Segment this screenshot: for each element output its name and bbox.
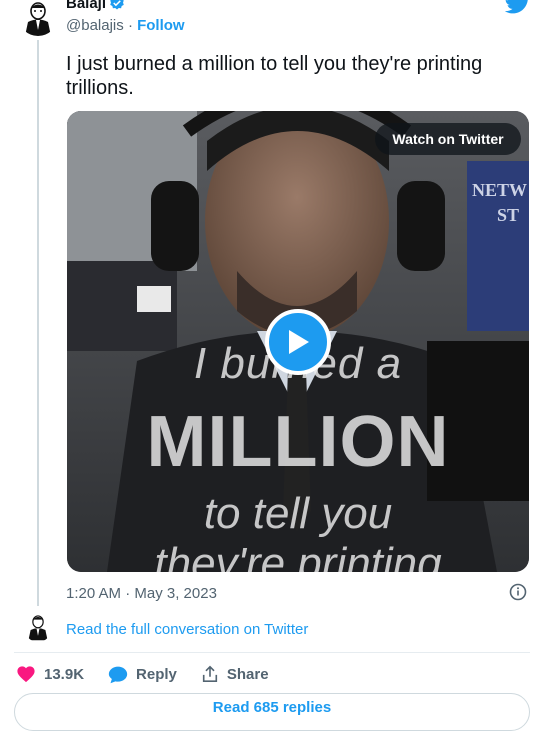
thread-line: [37, 40, 39, 606]
overlay-line-2: MILLION: [146, 402, 450, 482]
tweet-timestamp[interactable]: 1:20 AM · May 3, 2023: [66, 585, 217, 602]
author-avatar[interactable]: [19, 0, 57, 36]
overlay-line-3: to tell you: [203, 489, 393, 538]
reply-icon: [108, 666, 128, 683]
reply-button[interactable]: Reply: [108, 665, 177, 684]
separator-dot: ·: [127, 17, 133, 34]
like-button[interactable]: 13.9K: [16, 665, 84, 683]
read-conversation-link[interactable]: Read the full conversation on Twitter: [66, 621, 308, 638]
play-button[interactable]: [265, 309, 331, 375]
author-handle-line: @balajis · Follow: [66, 17, 185, 34]
read-replies-button[interactable]: Read 685 replies: [14, 693, 530, 731]
author-avatar-small: [24, 612, 52, 642]
twitter-bird-icon[interactable]: [504, 0, 531, 19]
like-count: 13.9K: [44, 665, 85, 683]
share-icon: [202, 665, 218, 683]
share-button[interactable]: Share: [201, 665, 269, 683]
svg-text:ST: ST: [497, 205, 519, 225]
action-bar: 13.9K Reply Share: [16, 664, 269, 684]
follow-button[interactable]: Follow: [137, 17, 185, 34]
author-handle[interactable]: @balajis: [66, 17, 124, 34]
heart-icon: [17, 666, 35, 683]
watch-on-twitter-button[interactable]: Watch on Twitter: [375, 123, 521, 155]
share-label: Share: [226, 665, 269, 683]
verified-icon: [109, 0, 125, 16]
play-icon: [289, 330, 309, 354]
overlay-line-4: they're printing: [154, 539, 442, 572]
svg-text:NETW: NETW: [472, 180, 527, 200]
author-name[interactable]: Balaji: [66, 0, 125, 16]
divider: [14, 652, 530, 653]
tweet-text: I just burned a million to tell you they…: [66, 53, 483, 99]
read-replies-label: Read 685 replies: [212, 699, 332, 716]
video-player[interactable]: NETW ST I burned a MILLION to tell you t…: [67, 111, 529, 572]
reply-label: Reply: [136, 665, 177, 683]
info-icon[interactable]: [508, 582, 528, 607]
